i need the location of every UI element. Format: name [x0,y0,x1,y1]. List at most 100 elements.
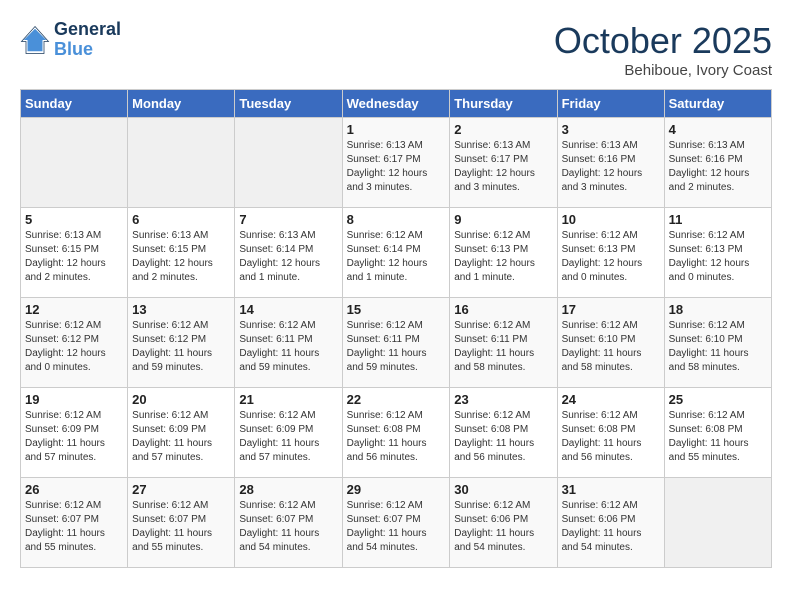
day-number: 28 [239,482,337,497]
logo-text-line2: Blue [54,40,121,60]
calendar-cell: 19Sunrise: 6:12 AM Sunset: 6:09 PM Dayli… [21,388,128,478]
calendar-cell: 22Sunrise: 6:12 AM Sunset: 6:08 PM Dayli… [342,388,450,478]
calendar-cell: 1 Sunrise: 6:13 AM Sunset: 6:17 PM Daylig… [342,118,450,208]
day-info: Sunrise: 6:12 AM Sunset: 6:09 PM Dayligh… [239,409,337,465]
calendar-cell: 27 Sunrise: 6:12 AM Sunset: 6:07 PM Dayli… [128,478,235,568]
col-header-thursday: Thursday [450,90,557,118]
calendar-cell: 6Sunrise: 6:13 AM Sunset: 6:15 PM Daylig… [128,208,235,298]
day-info: Sunrise: 6:12 AM Sunset: 6:07 PM Dayligh… [132,499,230,555]
day-number: 11 [669,212,767,227]
day-info: Sunrise: 6:12 AM Sunset: 6:10 PM Dayligh… [669,319,767,375]
calendar-cell: 30 Sunrise: 6:12 AM Sunset: 6:06 PM Dayli… [450,478,557,568]
calendar-cell: 28 Sunrise: 6:12 AM Sunset: 6:07 PM Dayli… [235,478,342,568]
day-info: Sunrise: 6:12 AM Sunset: 6:09 PM Dayligh… [25,409,123,465]
logo-icon [20,25,50,55]
day-info: Sunrise: 6:12 AM Sunset: 6:12 PM Dayligh… [132,319,230,375]
day-info: Sunrise: 6:13 AM Sunset: 6:14 PM Dayligh… [239,229,337,285]
day-number: 17 [562,302,660,317]
day-number: 24 [562,392,660,407]
day-number: 15 [347,302,446,317]
day-info: Sunrise: 6:12 AM Sunset: 6:13 PM Dayligh… [562,229,660,285]
col-header-wednesday: Wednesday [342,90,450,118]
day-number: 25 [669,392,767,407]
day-info: Sunrise: 6:12 AM Sunset: 6:07 PM Dayligh… [25,499,123,555]
day-number: 22 [347,392,446,407]
day-number: 9 [454,212,552,227]
week-row-4: 19Sunrise: 6:12 AM Sunset: 6:09 PM Dayli… [21,388,772,478]
day-number: 12 [25,302,123,317]
calendar-cell: 31 Sunrise: 6:12 AM Sunset: 6:06 PM Dayli… [557,478,664,568]
calendar-cell: 10Sunrise: 6:12 AM Sunset: 6:13 PM Dayli… [557,208,664,298]
day-info: Sunrise: 6:12 AM Sunset: 6:13 PM Dayligh… [669,229,767,285]
calendar-cell: 17Sunrise: 6:12 AM Sunset: 6:10 PM Dayli… [557,298,664,388]
day-number: 29 [347,482,446,497]
week-row-3: 12 Sunrise: 6:12 AM Sunset: 6:12 PM Dayli… [21,298,772,388]
day-info: Sunrise: 6:13 AM Sunset: 6:17 PM Dayligh… [347,139,446,195]
calendar-cell: 26 Sunrise: 6:12 AM Sunset: 6:07 PM Dayli… [21,478,128,568]
day-info: Sunrise: 6:12 AM Sunset: 6:13 PM Dayligh… [454,229,552,285]
day-number: 1 [347,122,446,137]
day-number: 20 [132,392,230,407]
day-number: 16 [454,302,552,317]
logo-text-line1: General [54,20,121,40]
day-info: Sunrise: 6:12 AM Sunset: 6:09 PM Dayligh… [132,409,230,465]
week-row-1: 1 Sunrise: 6:13 AM Sunset: 6:17 PM Daylig… [21,118,772,208]
col-header-monday: Monday [128,90,235,118]
logo: General Blue [20,20,121,60]
calendar-cell [235,118,342,208]
day-info: Sunrise: 6:13 AM Sunset: 6:17 PM Dayligh… [454,139,552,195]
calendar-cell [664,478,771,568]
day-info: Sunrise: 6:12 AM Sunset: 6:08 PM Dayligh… [562,409,660,465]
day-info: Sunrise: 6:12 AM Sunset: 6:07 PM Dayligh… [239,499,337,555]
calendar-cell: 21 Sunrise: 6:12 AM Sunset: 6:09 PM Dayli… [235,388,342,478]
calendar-cell [21,118,128,208]
day-info: Sunrise: 6:12 AM Sunset: 6:06 PM Dayligh… [454,499,552,555]
col-header-sunday: Sunday [21,90,128,118]
location-subtitle: Behiboue, Ivory Coast [554,62,772,79]
day-number: 18 [669,302,767,317]
day-info: Sunrise: 6:12 AM Sunset: 6:14 PM Dayligh… [347,229,446,285]
day-number: 7 [239,212,337,227]
day-number: 23 [454,392,552,407]
col-header-tuesday: Tuesday [235,90,342,118]
day-info: Sunrise: 6:12 AM Sunset: 6:11 PM Dayligh… [347,319,446,375]
calendar-cell: 7 Sunrise: 6:13 AM Sunset: 6:14 PM Daylig… [235,208,342,298]
day-info: Sunrise: 6:12 AM Sunset: 6:08 PM Dayligh… [454,409,552,465]
calendar-table: SundayMondayTuesdayWednesdayThursdayFrid… [20,89,772,568]
col-header-friday: Friday [557,90,664,118]
day-info: Sunrise: 6:12 AM Sunset: 6:06 PM Dayligh… [562,499,660,555]
day-info: Sunrise: 6:12 AM Sunset: 6:07 PM Dayligh… [347,499,446,555]
calendar-cell: 8Sunrise: 6:12 AM Sunset: 6:14 PM Daylig… [342,208,450,298]
title-block: October 2025 Behiboue, Ivory Coast [554,20,772,79]
calendar-cell: 4 Sunrise: 6:13 AM Sunset: 6:16 PM Daylig… [664,118,771,208]
calendar-cell: 5Sunrise: 6:13 AM Sunset: 6:15 PM Daylig… [21,208,128,298]
day-number: 21 [239,392,337,407]
calendar-cell: 20 Sunrise: 6:12 AM Sunset: 6:09 PM Dayli… [128,388,235,478]
calendar-cell: 2Sunrise: 6:13 AM Sunset: 6:17 PM Daylig… [450,118,557,208]
day-number: 3 [562,122,660,137]
day-info: Sunrise: 6:13 AM Sunset: 6:16 PM Dayligh… [669,139,767,195]
calendar-cell: 15 Sunrise: 6:12 AM Sunset: 6:11 PM Dayli… [342,298,450,388]
day-number: 31 [562,482,660,497]
day-info: Sunrise: 6:13 AM Sunset: 6:16 PM Dayligh… [562,139,660,195]
month-title: October 2025 [554,20,772,62]
day-number: 27 [132,482,230,497]
calendar-cell: 9 Sunrise: 6:12 AM Sunset: 6:13 PM Daylig… [450,208,557,298]
calendar-cell: 18 Sunrise: 6:12 AM Sunset: 6:10 PM Dayli… [664,298,771,388]
calendar-cell: 29 Sunrise: 6:12 AM Sunset: 6:07 PM Dayli… [342,478,450,568]
day-number: 5 [25,212,123,227]
calendar-cell: 14 Sunrise: 6:12 AM Sunset: 6:11 PM Dayli… [235,298,342,388]
day-number: 26 [25,482,123,497]
day-number: 30 [454,482,552,497]
calendar-header: SundayMondayTuesdayWednesdayThursdayFrid… [21,90,772,118]
calendar-cell: 23 Sunrise: 6:12 AM Sunset: 6:08 PM Dayli… [450,388,557,478]
day-number: 14 [239,302,337,317]
day-info: Sunrise: 6:12 AM Sunset: 6:11 PM Dayligh… [239,319,337,375]
day-number: 4 [669,122,767,137]
calendar-cell: 12 Sunrise: 6:12 AM Sunset: 6:12 PM Dayli… [21,298,128,388]
calendar-cell [128,118,235,208]
day-info: Sunrise: 6:12 AM Sunset: 6:12 PM Dayligh… [25,319,123,375]
day-info: Sunrise: 6:12 AM Sunset: 6:11 PM Dayligh… [454,319,552,375]
page-header: General Blue October 2025 Behiboue, Ivor… [20,20,772,79]
calendar-cell: 3 Sunrise: 6:13 AM Sunset: 6:16 PM Daylig… [557,118,664,208]
